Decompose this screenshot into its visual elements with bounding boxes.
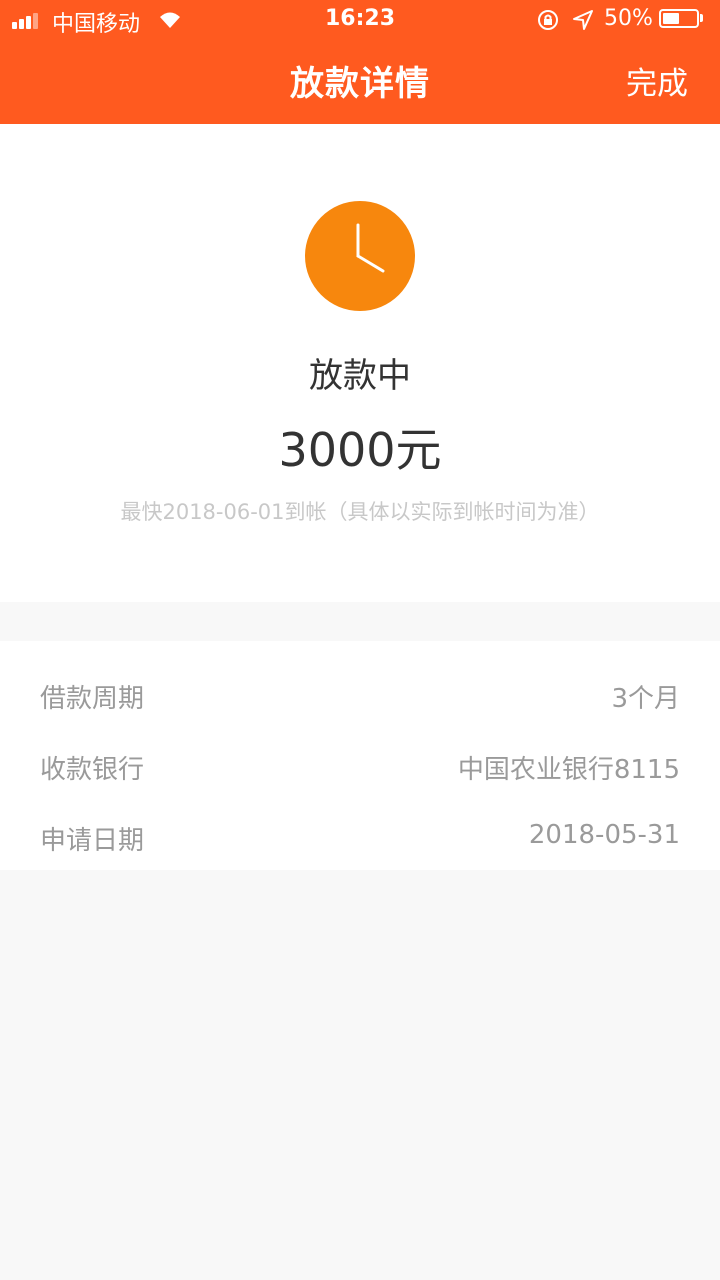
- battery-percent: 50%: [604, 6, 653, 31]
- status-bar: 中国移动 16:23 50%: [0, 0, 720, 40]
- detail-label: 收款银行: [40, 755, 145, 785]
- loan-status: 放款中: [309, 356, 411, 396]
- detail-label: 借款周期: [40, 684, 145, 714]
- clock-icon: [305, 201, 415, 311]
- detail-row-loan-term: 借款周期 3个月: [0, 666, 720, 726]
- app-header: 中国移动 16:23 50% 放款详情 完成: [0, 0, 720, 124]
- battery-fill: [663, 13, 679, 24]
- detail-label: 申请日期: [40, 826, 145, 856]
- location-icon: [573, 10, 593, 30]
- done-button[interactable]: 完成: [626, 58, 688, 103]
- loan-details: 借款周期 3个月 收款银行 中国农业银行8115 申请日期 2018-05-31: [0, 641, 720, 870]
- rotation-lock-icon: [538, 10, 558, 30]
- battery-icon: [659, 9, 699, 28]
- page-title: 放款详情: [290, 64, 430, 104]
- detail-row-application-date: 申请日期 2018-05-31: [0, 808, 720, 868]
- detail-value: 2018-05-31: [528, 820, 680, 850]
- arrival-note: 最快2018-06-01到帐（具体以实际到帐时间为准）: [120, 500, 600, 524]
- battery-cap: [700, 14, 703, 22]
- detail-row-receiving-bank: 收款银行 中国农业银行8115: [0, 737, 720, 797]
- loan-status-card: 放款中 3000元 最快2018-06-01到帐（具体以实际到帐时间为准）: [0, 124, 720, 602]
- detail-value: 中国农业银行8115: [457, 755, 680, 785]
- detail-value: 3个月: [611, 684, 680, 714]
- loan-amount: 3000元: [278, 423, 442, 477]
